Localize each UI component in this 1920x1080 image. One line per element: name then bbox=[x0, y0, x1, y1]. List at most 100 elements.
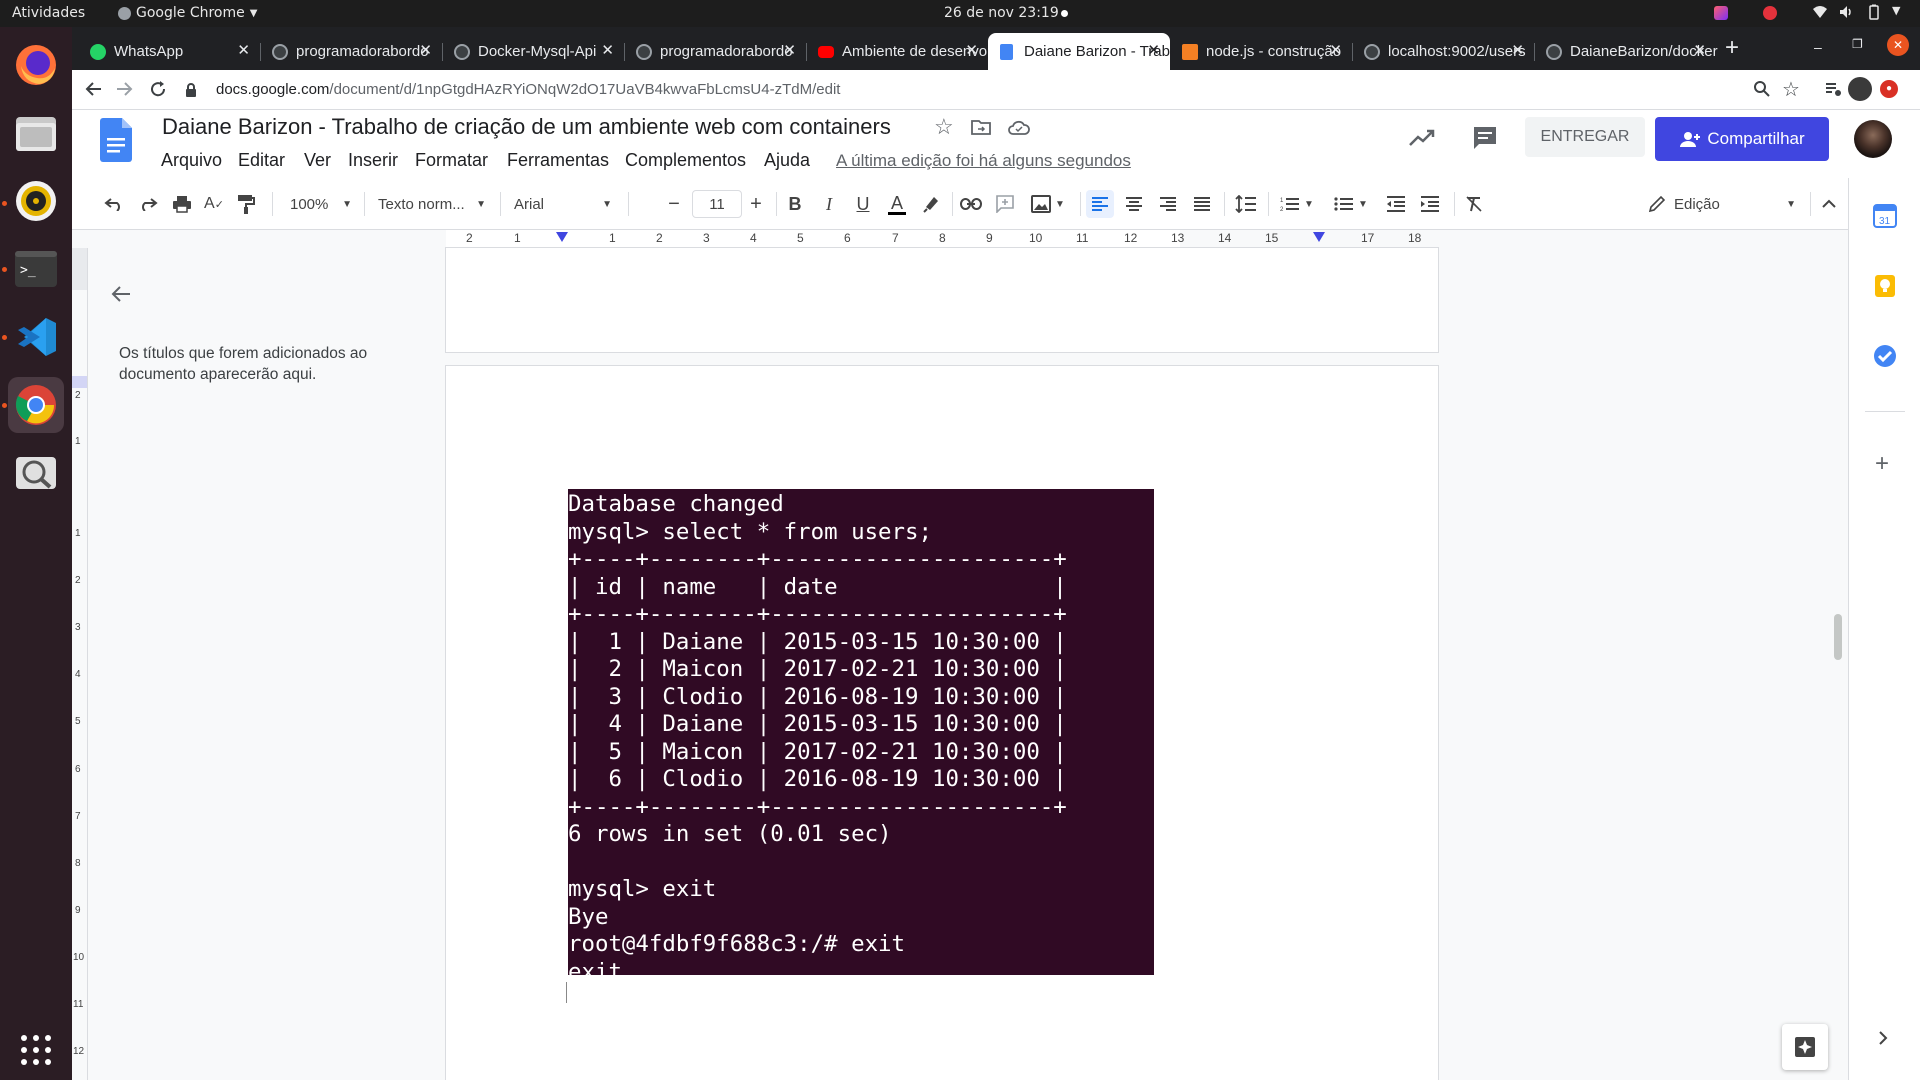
files-icon[interactable] bbox=[8, 105, 64, 161]
chrome-icon[interactable] bbox=[8, 377, 64, 433]
decrease-font-size-button[interactable]: − bbox=[662, 190, 686, 218]
close-tab-icon[interactable]: ✕ bbox=[419, 41, 432, 59]
close-tab-icon[interactable]: ✕ bbox=[1693, 41, 1706, 59]
justify-icon[interactable] bbox=[1188, 190, 1216, 218]
rhythmbox-icon[interactable] bbox=[8, 173, 64, 229]
tab-programadorabordo-2[interactable]: programadorabordo ✕ bbox=[624, 33, 807, 70]
reload-icon[interactable] bbox=[148, 79, 168, 99]
expand-panel-chevron-icon[interactable] bbox=[1877, 1030, 1889, 1046]
wifi-icon[interactable] bbox=[1812, 4, 1828, 20]
underline-icon[interactable]: U bbox=[850, 190, 876, 218]
system-menu-chevron-icon[interactable]: ▼ bbox=[1892, 4, 1900, 17]
increase-font-size-button[interactable]: + bbox=[744, 190, 768, 218]
keep-icon[interactable] bbox=[1873, 274, 1897, 298]
menu-complementos[interactable]: Complementos bbox=[625, 150, 746, 171]
tab-nodejs-construcao[interactable]: node.js - construção ✕ bbox=[1170, 33, 1353, 70]
profile-avatar[interactable] bbox=[1848, 77, 1872, 101]
close-window-icon[interactable]: ✕ bbox=[1887, 34, 1909, 56]
star-icon[interactable]: ☆ bbox=[934, 114, 954, 140]
highlight-color-icon[interactable] bbox=[918, 190, 944, 218]
vscode-icon[interactable] bbox=[8, 309, 64, 365]
horizontal-ruler[interactable]: 2 1 1 2 3 4 5 6 7 8 9 10 11 12 13 14 15 … bbox=[72, 230, 1848, 248]
comments-icon[interactable] bbox=[1472, 125, 1498, 151]
collapse-menus-icon[interactable] bbox=[1816, 190, 1842, 218]
tab-localhost-9002[interactable]: localhost:9002/users ✕ bbox=[1352, 33, 1535, 70]
spellcheck-icon[interactable]: A ✓ bbox=[202, 190, 226, 218]
forward-arrow-icon[interactable] bbox=[114, 79, 134, 99]
bold-icon[interactable]: B bbox=[782, 190, 808, 218]
bookmark-star-icon[interactable]: ☆ bbox=[1782, 77, 1800, 102]
screenshot-search-icon[interactable] bbox=[8, 445, 64, 501]
close-tab-icon[interactable]: ✕ bbox=[601, 41, 614, 59]
terminal-icon[interactable]: >_ bbox=[8, 241, 64, 297]
close-tab-icon[interactable]: ✕ bbox=[783, 41, 796, 59]
insert-comment-icon[interactable] bbox=[992, 190, 1018, 218]
zoom-icon[interactable] bbox=[1753, 80, 1771, 98]
volume-icon[interactable] bbox=[1838, 4, 1854, 20]
close-outline-arrow-icon[interactable] bbox=[110, 284, 132, 304]
menu-formatar[interactable]: Formatar bbox=[415, 150, 488, 171]
zoom-select[interactable]: 100% ▼ bbox=[282, 190, 352, 218]
tray-app-icon[interactable] bbox=[1714, 6, 1728, 20]
tab-programadorabordo[interactable]: programadorabordo ✕ bbox=[260, 33, 443, 70]
app-menu[interactable]: Google Chrome ▼ bbox=[118, 5, 257, 21]
minimize-window-icon[interactable]: – bbox=[1814, 39, 1822, 55]
new-tab-button[interactable]: + bbox=[1725, 34, 1739, 62]
tab-daianebarizon-github[interactable]: DaianeBarizon/docker ✕ bbox=[1534, 33, 1718, 70]
document-title[interactable]: Daiane Barizon - Trabalho de criação de … bbox=[162, 114, 891, 140]
lock-icon[interactable] bbox=[184, 82, 198, 98]
address-bar[interactable]: docs.google.com/document/d/1npGtgdHAzRYi… bbox=[176, 75, 1831, 104]
decrease-indent-icon[interactable] bbox=[1382, 190, 1410, 218]
media-playlist-icon[interactable] bbox=[1824, 80, 1842, 98]
add-on-plus-icon[interactable]: + bbox=[1875, 450, 1889, 478]
firefox-icon[interactable] bbox=[8, 37, 64, 93]
tab-ambiente-de-desenvolvimento[interactable]: Ambiente de desenvolvimento ✕ bbox=[806, 33, 992, 70]
right-indent-marker[interactable] bbox=[1313, 232, 1325, 242]
user-avatar[interactable] bbox=[1854, 120, 1892, 158]
activities-button[interactable]: Atividades bbox=[12, 5, 85, 21]
extension-icon[interactable]: ● bbox=[1880, 80, 1898, 98]
cloud-saved-icon[interactable] bbox=[1008, 119, 1030, 135]
close-tab-icon[interactable]: ✕ bbox=[1147, 41, 1160, 59]
battery-icon[interactable] bbox=[1866, 4, 1882, 20]
redo-icon[interactable] bbox=[136, 190, 160, 218]
font-family-select[interactable]: Arial ▼ bbox=[508, 190, 618, 218]
print-icon[interactable] bbox=[170, 190, 194, 218]
increase-indent-icon[interactable] bbox=[1416, 190, 1444, 218]
back-arrow-icon[interactable] bbox=[84, 79, 104, 99]
share-button[interactable]: Compartilhar bbox=[1655, 117, 1829, 161]
editing-mode-select[interactable]: Edição ▼ bbox=[1642, 190, 1802, 218]
insert-image-icon[interactable]: ▼ bbox=[1026, 190, 1070, 218]
menu-ferramentas[interactable]: Ferramentas bbox=[507, 150, 609, 171]
entregar-button[interactable]: ENTREGAR bbox=[1525, 117, 1645, 157]
align-left-icon[interactable] bbox=[1086, 190, 1114, 218]
text-color-icon[interactable]: A bbox=[884, 190, 910, 218]
document-page-previous[interactable] bbox=[446, 248, 1438, 352]
bulleted-list-icon[interactable]: ▼ bbox=[1328, 190, 1374, 218]
activity-trend-icon[interactable] bbox=[1408, 128, 1436, 148]
align-right-icon[interactable] bbox=[1154, 190, 1182, 218]
paragraph-style-select[interactable]: Texto norm... ▼ bbox=[374, 190, 490, 218]
vertical-ruler[interactable]: 2 1 1 2 3 4 5 6 7 8 9 10 11 12 bbox=[72, 248, 88, 1080]
document-scrollbar[interactable] bbox=[1834, 614, 1842, 660]
restore-window-icon[interactable]: ❐ bbox=[1852, 37, 1863, 51]
show-applications-icon[interactable] bbox=[8, 1022, 64, 1078]
close-tab-icon[interactable]: ✕ bbox=[965, 41, 978, 59]
line-spacing-icon[interactable] bbox=[1232, 190, 1260, 218]
tab-whatsapp[interactable]: WhatsApp ✕ bbox=[78, 33, 261, 70]
menu-ajuda[interactable]: Ajuda bbox=[764, 150, 810, 171]
tab-daiane-barizon-doc[interactable]: Daiane Barizon - Trabalho ✕ bbox=[988, 33, 1174, 70]
menu-editar[interactable]: Editar bbox=[238, 150, 285, 171]
tab-docker-mysql-api[interactable]: Docker-Mysql-Api ✕ bbox=[442, 33, 625, 70]
explore-button[interactable] bbox=[1782, 1024, 1828, 1070]
close-tab-icon[interactable]: ✕ bbox=[1511, 41, 1524, 59]
calendar-icon[interactable]: 31 bbox=[1873, 204, 1897, 228]
align-center-icon[interactable] bbox=[1120, 190, 1148, 218]
close-tab-icon[interactable]: ✕ bbox=[1329, 41, 1342, 59]
menu-arquivo[interactable]: Arquivo bbox=[161, 150, 222, 171]
menu-ver[interactable]: Ver bbox=[304, 150, 331, 171]
menu-inserir[interactable]: Inserir bbox=[348, 150, 398, 171]
clock[interactable]: 26 de nov 23:19 bbox=[944, 5, 1059, 21]
google-docs-logo-icon[interactable] bbox=[100, 118, 132, 162]
clear-formatting-icon[interactable] bbox=[1460, 190, 1488, 218]
